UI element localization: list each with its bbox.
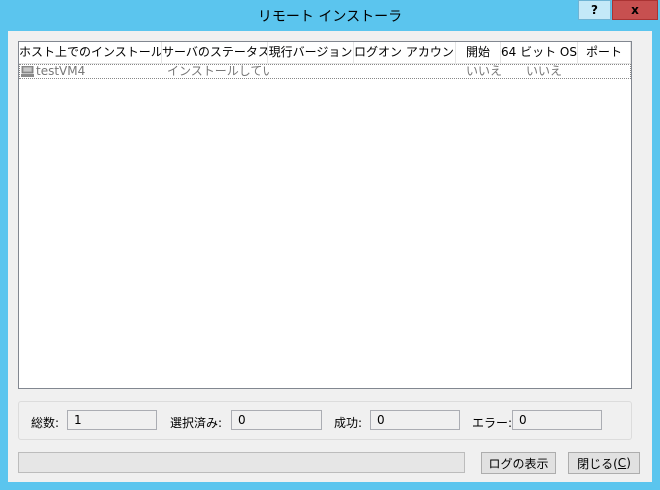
summary-group: 総数: 1 選択済み: 0 成功: 0 エラー: 0 — [18, 401, 632, 440]
cell-64bit-os: いいえ — [526, 65, 563, 78]
total-label: 総数: — [31, 416, 60, 430]
window-title: リモート インストーラ — [257, 9, 403, 25]
remote-installer-window: リモート インストーラ ? x ホスト上でのインストール サーバのステータス 現… — [0, 0, 660, 490]
title-bar[interactable]: リモート インストーラ ? x — [0, 0, 660, 32]
error-field: 0 — [512, 410, 602, 430]
cell-status: インストールしてい… — [167, 65, 269, 78]
column-header-logon[interactable]: ログオン アカウント — [354, 42, 456, 63]
success-field: 0 — [370, 410, 460, 430]
list-header: ホスト上でのインストール サーバのステータス 現行バージョン ログオン アカウン… — [19, 42, 631, 64]
column-header-port[interactable]: ポート — [578, 42, 631, 63]
column-header-status[interactable]: サーバのステータス — [162, 42, 268, 63]
column-header-64bit-os[interactable]: 64 ビット OS — [501, 42, 578, 63]
dialog-body: ホスト上でのインストール サーバのステータス 現行バージョン ログオン アカウン… — [8, 31, 652, 482]
selected-label: 選択済み: — [170, 416, 223, 430]
success-label: 成功: — [334, 416, 363, 430]
table-row[interactable]: testVM4 インストールしてい… いいえ いいえ — [19, 64, 631, 79]
close-button-prefix: 閉じる( — [577, 456, 618, 471]
cell-start: いいえ — [466, 65, 502, 78]
host-list[interactable]: ホスト上でのインストール サーバのステータス 現行バージョン ログオン アカウン… — [18, 41, 632, 389]
column-header-start[interactable]: 開始 — [456, 42, 501, 63]
column-header-version[interactable]: 現行バージョン — [268, 42, 354, 63]
column-header-host[interactable]: ホスト上でのインストール — [19, 42, 162, 63]
close-button-suffix: ) — [626, 456, 631, 470]
total-field: 1 — [67, 410, 157, 430]
progress-bar — [18, 452, 465, 473]
close-button[interactable]: 閉じる(C) — [568, 452, 640, 474]
help-button[interactable]: ? — [578, 0, 611, 20]
selected-field: 0 — [231, 410, 322, 430]
computer-icon — [21, 66, 34, 77]
window-close-button[interactable]: x — [612, 0, 658, 20]
show-log-button[interactable]: ログの表示 — [481, 452, 556, 474]
cell-logon — [359, 65, 455, 78]
error-label: エラー: — [472, 416, 513, 430]
cell-version — [273, 65, 353, 78]
cell-port — [583, 65, 630, 78]
close-button-accelerator: C — [617, 456, 627, 470]
cell-host: testVM4 — [36, 65, 86, 78]
